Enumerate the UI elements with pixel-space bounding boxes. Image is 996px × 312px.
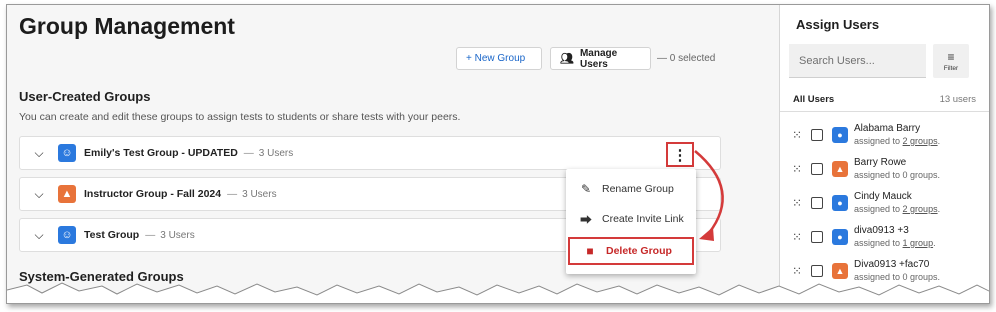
users-icon: ☺ [58, 144, 76, 162]
student-icon: ● [832, 229, 848, 245]
list-item[interactable]: ⁙ ● Cindy Mauck assigned to 2 groups. [780, 190, 989, 224]
list-item[interactable]: ⁙ ▲ Barry Rowe assigned to 0 groups. [780, 156, 989, 190]
separator: — [243, 147, 254, 159]
user-checkbox[interactable] [811, 163, 823, 175]
drag-handle-icon[interactable]: ⁙ [792, 196, 802, 210]
pencil-icon: ✎ [580, 182, 592, 196]
all-users-label: All Users [793, 94, 835, 105]
trash-icon: ■ [586, 244, 594, 258]
user-checkbox[interactable] [811, 129, 823, 141]
user-checkbox[interactable] [811, 197, 823, 209]
user-checkbox[interactable] [811, 231, 823, 243]
student-icon: ● [832, 127, 848, 143]
list-item[interactable]: ⁙ ● diva0913 +3 assigned to 1 group. [780, 224, 989, 258]
group-user-count: 3 Users [160, 229, 195, 241]
users-icon: ☺ [58, 226, 76, 244]
group-row[interactable]: ⌵ ☺ Emily's Test Group - UPDATED — 3 Use… [19, 136, 721, 170]
user-assignment: assigned to 2 groups. [854, 136, 941, 146]
user-checkbox[interactable] [811, 265, 823, 277]
instructor-icon: ▲ [832, 161, 848, 177]
user-groups-description: You can create and edit these groups to … [19, 111, 461, 123]
graduation-cap-icon: ▲ [58, 185, 76, 203]
drag-handle-icon[interactable]: ⁙ [792, 264, 802, 278]
list-item[interactable]: ⁙ ▲ Diva0913 +fac70 assigned to 0 groups… [780, 258, 989, 292]
menu-item-label: Delete Group [606, 245, 672, 257]
chevron-down-icon[interactable]: ⌵ [24, 228, 54, 243]
menu-item-rename-group[interactable]: ✎ Rename Group [566, 175, 696, 203]
system-groups-title: System-Generated Groups [19, 269, 184, 284]
list-item[interactable]: ⁙ ● Alabama Barry assigned to 2 groups. [780, 122, 989, 156]
menu-item-label: Create Invite Link [602, 213, 684, 225]
user-name: Diva0913 +fac70 [854, 259, 930, 270]
user-assignment: assigned to 2 groups. [854, 204, 941, 214]
share-icon: ⮕ [579, 212, 592, 227]
group-name: Instructor Group - Fall 2024 [84, 188, 222, 200]
chevron-down-icon[interactable]: ⌵ [24, 187, 54, 202]
main-content: Group Management + New Group 👥︎ Manage U… [7, 5, 779, 303]
user-name: diva0913 +3 [854, 225, 909, 236]
filter-icon: ≡ [947, 49, 955, 64]
manage-users-label: Manage Users [579, 47, 618, 70]
user-count: 13 users [939, 94, 976, 105]
user-assignment: assigned to 0 groups. [854, 170, 941, 180]
group-name: Emily's Test Group - UPDATED [84, 147, 238, 159]
filter-label: Filter [943, 64, 959, 72]
groups-link[interactable]: 2 groups [903, 204, 938, 214]
divider [780, 111, 989, 112]
people-icon: 👥︎ [560, 53, 574, 65]
search-users-input[interactable] [789, 44, 926, 78]
chevron-down-icon[interactable]: ⌵ [24, 146, 54, 161]
user-assignment: assigned to 1 group. [854, 238, 936, 248]
assign-users-panel: Assign Users ≡ Filter All Users 13 users… [779, 5, 989, 303]
selected-count: — 0 selected [657, 53, 716, 64]
manage-users-button[interactable]: 👥︎ Manage Users [550, 47, 651, 70]
separator: — [227, 188, 238, 200]
menu-item-delete-group[interactable]: ■ Delete Group [568, 237, 694, 265]
group-user-count: 3 Users [242, 188, 277, 200]
filter-button[interactable]: ≡ Filter [933, 44, 969, 78]
drag-handle-icon[interactable]: ⁙ [792, 230, 802, 244]
page-title: Group Management [19, 13, 235, 39]
student-icon: ● [832, 195, 848, 211]
separator: — [145, 229, 156, 241]
drag-handle-icon[interactable]: ⁙ [792, 162, 802, 176]
groups-link[interactable]: 1 group [903, 238, 934, 248]
menu-item-label: Rename Group [602, 183, 674, 195]
user-name: Barry Rowe [854, 157, 907, 168]
drag-handle-icon[interactable]: ⁙ [792, 128, 802, 142]
group-actions-menu: ✎ Rename Group ⮕ Create Invite Link ■ De… [566, 169, 696, 274]
user-groups-title: User-Created Groups [19, 89, 151, 104]
group-user-count: 3 Users [258, 147, 294, 159]
user-assignment: assigned to 0 groups. [854, 272, 941, 282]
user-name: Alabama Barry [854, 123, 921, 134]
new-group-label: + New Group [466, 53, 526, 64]
group-name: Test Group [84, 229, 140, 241]
more-options-icon[interactable]: ⋮ [666, 142, 694, 167]
new-group-button[interactable]: + New Group [456, 47, 542, 70]
groups-link[interactable]: 2 groups [903, 136, 938, 146]
user-name: Cindy Mauck [854, 191, 912, 202]
instructor-icon: ▲ [832, 263, 848, 279]
app-window: Group Management + New Group 👥︎ Manage U… [6, 4, 990, 304]
assign-users-title: Assign Users [796, 17, 880, 32]
menu-item-create-invite-link[interactable]: ⮕ Create Invite Link [566, 205, 696, 233]
